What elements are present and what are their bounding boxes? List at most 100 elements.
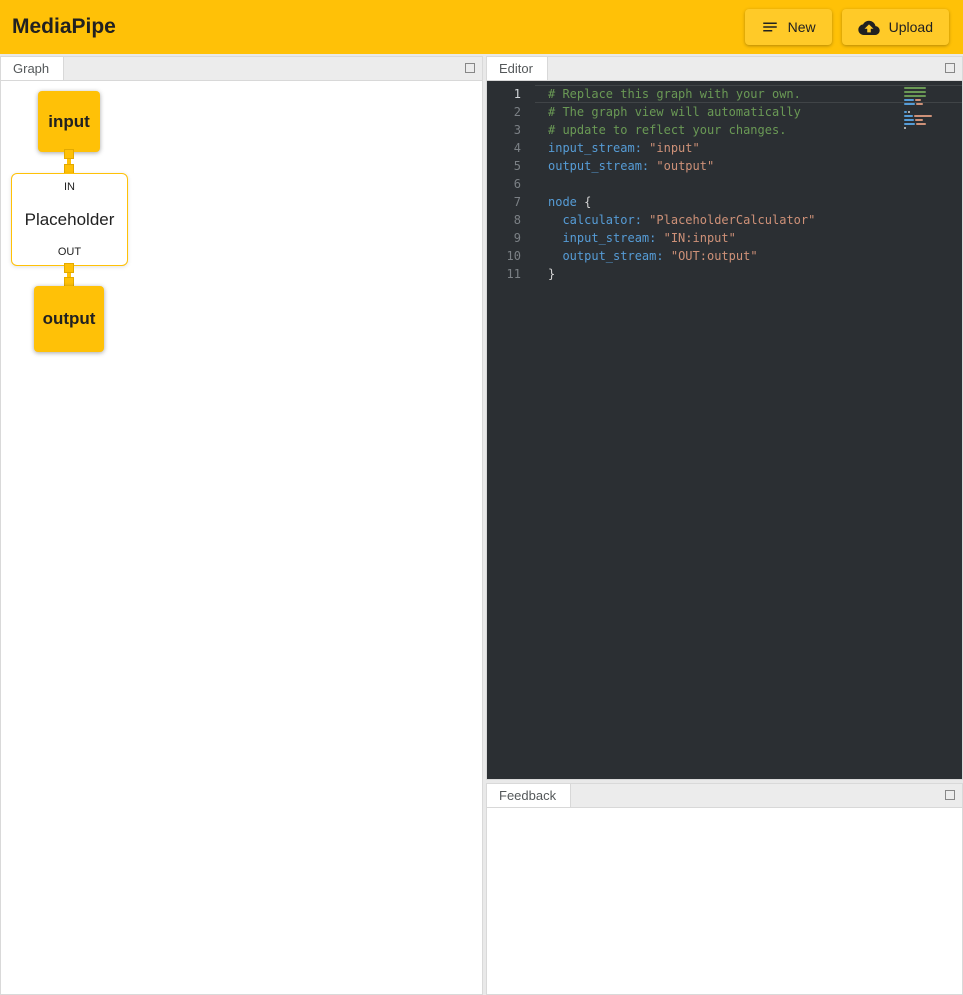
- minimap-line: [904, 95, 942, 97]
- line-number: 4: [487, 139, 535, 157]
- cloud-upload-icon: [858, 19, 880, 35]
- graph-node-output[interactable]: output: [34, 286, 104, 352]
- placeholder-in-port-label: IN: [64, 181, 75, 193]
- code-line[interactable]: 10 output_stream: "OUT:output": [487, 247, 962, 265]
- code-token-plain: [664, 249, 671, 263]
- code-token-plain: }: [548, 267, 555, 281]
- line-number: 5: [487, 157, 535, 175]
- line-number: 9: [487, 229, 535, 247]
- code-token-comment: # The graph view will automatically: [548, 105, 801, 119]
- app-title: MediaPipe: [12, 15, 116, 39]
- line-number: 3: [487, 121, 535, 139]
- code-line[interactable]: 6: [487, 175, 962, 193]
- tab-feedback[interactable]: Feedback: [487, 784, 571, 807]
- graph-canvas[interactable]: input IN Placeholder OUT output: [1, 81, 482, 994]
- upload-button[interactable]: Upload: [842, 9, 949, 45]
- code-line[interactable]: 9 input_stream: "IN:input": [487, 229, 962, 247]
- line-number: 8: [487, 211, 535, 229]
- code-line[interactable]: 8 calculator: "PlaceholderCalculator": [487, 211, 962, 229]
- graph-node-placeholder[interactable]: IN Placeholder OUT: [11, 173, 128, 266]
- code-token-plain: [548, 213, 562, 227]
- editor-minimap[interactable]: [904, 87, 942, 131]
- tab-editor[interactable]: Editor: [487, 57, 548, 80]
- app-header: MediaPipe New Upload: [0, 0, 963, 54]
- code-line[interactable]: 4input_stream: "input": [487, 139, 962, 157]
- new-button[interactable]: New: [745, 9, 832, 45]
- code-token-key: input_stream:: [548, 141, 642, 155]
- code-token-string: "PlaceholderCalculator": [649, 213, 815, 227]
- line-number: 1: [487, 85, 535, 103]
- graph-panel: Graph input IN Placeholder OUT output: [0, 56, 483, 995]
- minimap-line: [904, 115, 942, 117]
- code-line[interactable]: 11}: [487, 265, 962, 283]
- code-token-string: "input": [649, 141, 700, 155]
- minimap-line: [904, 127, 942, 129]
- minimap-line: [904, 87, 942, 89]
- code-token-key: node: [548, 195, 577, 209]
- minimap-line: [904, 99, 942, 101]
- feedback-maximize-button[interactable]: [945, 790, 955, 800]
- code-line-content: input_stream: "input": [535, 139, 962, 157]
- minimap-line: [904, 103, 942, 105]
- code-line-content: [535, 175, 962, 193]
- code-token-key: calculator:: [562, 213, 641, 227]
- code-line-content: }: [535, 265, 962, 283]
- graph-node-input-label: input: [48, 112, 90, 132]
- code-token-key: output_stream:: [562, 249, 663, 263]
- code-token-string: "OUT:output": [671, 249, 758, 263]
- code-token-string: "output": [656, 159, 714, 173]
- feedback-content: [487, 808, 962, 994]
- editor-tabstrip: Editor: [487, 57, 962, 81]
- header-actions: New Upload: [745, 9, 949, 45]
- minimap-line: [904, 111, 942, 113]
- code-line[interactable]: 7node {: [487, 193, 962, 211]
- minimap-line: [904, 91, 942, 93]
- line-number: 7: [487, 193, 535, 211]
- upload-button-label: Upload: [889, 19, 933, 35]
- code-line-content: # Replace this graph with your own.: [535, 85, 962, 103]
- editor-panel: Editor 1 # Replace this graph with your o…: [486, 56, 963, 780]
- notes-icon: [761, 18, 779, 36]
- code-token-string: "IN:input": [664, 231, 736, 245]
- code-token-plain: {: [577, 195, 591, 209]
- code-token-plain: [548, 231, 562, 245]
- code-line[interactable]: 1 # Replace this graph with your own.: [487, 85, 962, 103]
- line-number: 6: [487, 175, 535, 193]
- code-line-content: calculator: "PlaceholderCalculator": [535, 211, 962, 229]
- feedback-panel: Feedback: [486, 783, 963, 995]
- code-line-content: # update to reflect your changes.: [535, 121, 962, 139]
- tab-graph[interactable]: Graph: [1, 57, 64, 80]
- minimap-line: [904, 123, 942, 125]
- code-line-content: input_stream: "IN:input": [535, 229, 962, 247]
- code-token-key: output_stream:: [548, 159, 649, 173]
- line-number: 10: [487, 247, 535, 265]
- code-line-content: output_stream: "output": [535, 157, 962, 175]
- editor-maximize-button[interactable]: [945, 63, 955, 73]
- placeholder-title: Placeholder: [25, 210, 115, 230]
- new-button-label: New: [788, 19, 816, 35]
- code-token-comment: # Replace this graph with your own.: [548, 87, 801, 101]
- line-number: 11: [487, 265, 535, 283]
- code-token-key: input_stream:: [562, 231, 656, 245]
- code-editor[interactable]: 1 # Replace this graph with your own. 2 # T…: [487, 81, 962, 779]
- graph-node-output-label: output: [43, 309, 96, 329]
- code-token-plain: [656, 231, 663, 245]
- code-line[interactable]: 3 # update to reflect your changes.: [487, 121, 962, 139]
- code-token-plain: [548, 249, 562, 263]
- graph-maximize-button[interactable]: [465, 63, 475, 73]
- feedback-tabstrip: Feedback: [487, 784, 962, 808]
- port-square: [64, 263, 74, 273]
- code-line[interactable]: 2 # The graph view will automatically: [487, 103, 962, 121]
- graph-tabstrip: Graph: [1, 57, 482, 81]
- code-line[interactable]: 5output_stream: "output": [487, 157, 962, 175]
- minimap-line: [904, 119, 942, 121]
- code-token-comment: # update to reflect your changes.: [548, 123, 786, 137]
- code-line-content: node {: [535, 193, 962, 211]
- placeholder-out-port-label: OUT: [58, 246, 81, 258]
- port-square: [64, 149, 74, 159]
- graph-node-input[interactable]: input: [38, 91, 100, 152]
- line-number: 2: [487, 103, 535, 121]
- code-line-content: output_stream: "OUT:output": [535, 247, 962, 265]
- code-lines: 1 # Replace this graph with your own. 2 # T…: [487, 85, 962, 283]
- code-line-content: # The graph view will automatically: [535, 103, 962, 121]
